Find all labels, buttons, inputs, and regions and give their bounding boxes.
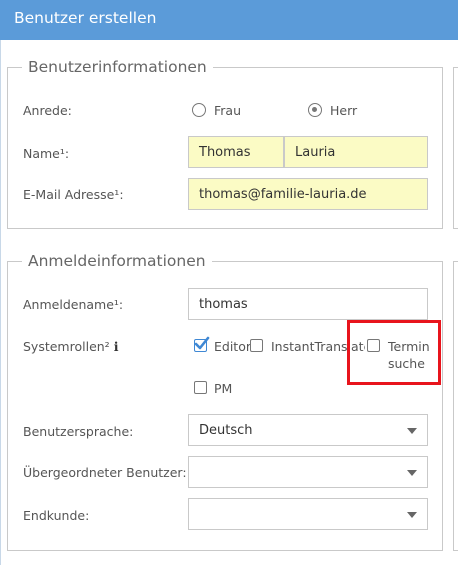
- first-name-input[interactable]: Thomas: [188, 136, 284, 168]
- parent-user-label: Übergeordneter Benutzer:: [23, 465, 187, 480]
- system-roles-label: Systemrollen² ℹ: [23, 339, 118, 354]
- parent-user-select[interactable]: [188, 456, 428, 488]
- salutation-herr-label[interactable]: Herr: [330, 103, 357, 118]
- end-customer-select[interactable]: [188, 498, 428, 530]
- email-input[interactable]: thomas@familie-lauria.de: [188, 178, 428, 210]
- email-label: E-Mail Adresse¹:: [23, 187, 124, 202]
- login-name-input[interactable]: thomas: [188, 288, 428, 320]
- system-roles-label-text: Systemrollen²: [23, 339, 110, 354]
- salutation-frau-label[interactable]: Frau: [214, 103, 241, 118]
- right-panel-edge: [453, 67, 458, 229]
- termin-suche-highlight: [347, 320, 441, 385]
- login-info-legend: Anmeldeinformationen: [22, 252, 212, 270]
- salutation-herr-radio[interactable]: [308, 103, 322, 117]
- name-label: Name¹:: [23, 146, 70, 161]
- last-name-input[interactable]: Lauria: [284, 136, 428, 168]
- end-customer-label: Endkunde:: [23, 508, 90, 523]
- chevron-down-icon: [407, 512, 417, 518]
- salutation-label: Anrede:: [23, 103, 72, 118]
- role-editor-label[interactable]: Editor: [214, 339, 251, 354]
- user-info-legend: Benutzerinformationen: [22, 58, 213, 76]
- language-select[interactable]: Deutsch: [188, 414, 428, 446]
- checkmark-icon: [194, 336, 210, 350]
- info-icon[interactable]: ℹ: [114, 339, 119, 354]
- chevron-down-icon: [407, 470, 417, 476]
- language-label: Benutzersprache:: [23, 424, 134, 439]
- language-value: Deutsch: [199, 423, 253, 438]
- role-instanttranslate-checkbox[interactable]: [250, 339, 263, 352]
- salutation-frau-radio[interactable]: [192, 103, 206, 117]
- chevron-down-icon: [407, 428, 417, 434]
- login-name-label: Anmeldename¹:: [23, 297, 124, 312]
- role-pm-label[interactable]: PM: [214, 381, 232, 396]
- dialog-content: Benutzerinformationen Anrede: Frau Herr …: [0, 40, 458, 565]
- role-editor-checkbox[interactable]: [194, 336, 210, 352]
- dialog-title: Benutzer erstellen: [0, 0, 458, 40]
- right-panel-edge: [453, 261, 458, 551]
- role-pm-checkbox[interactable]: [194, 381, 207, 394]
